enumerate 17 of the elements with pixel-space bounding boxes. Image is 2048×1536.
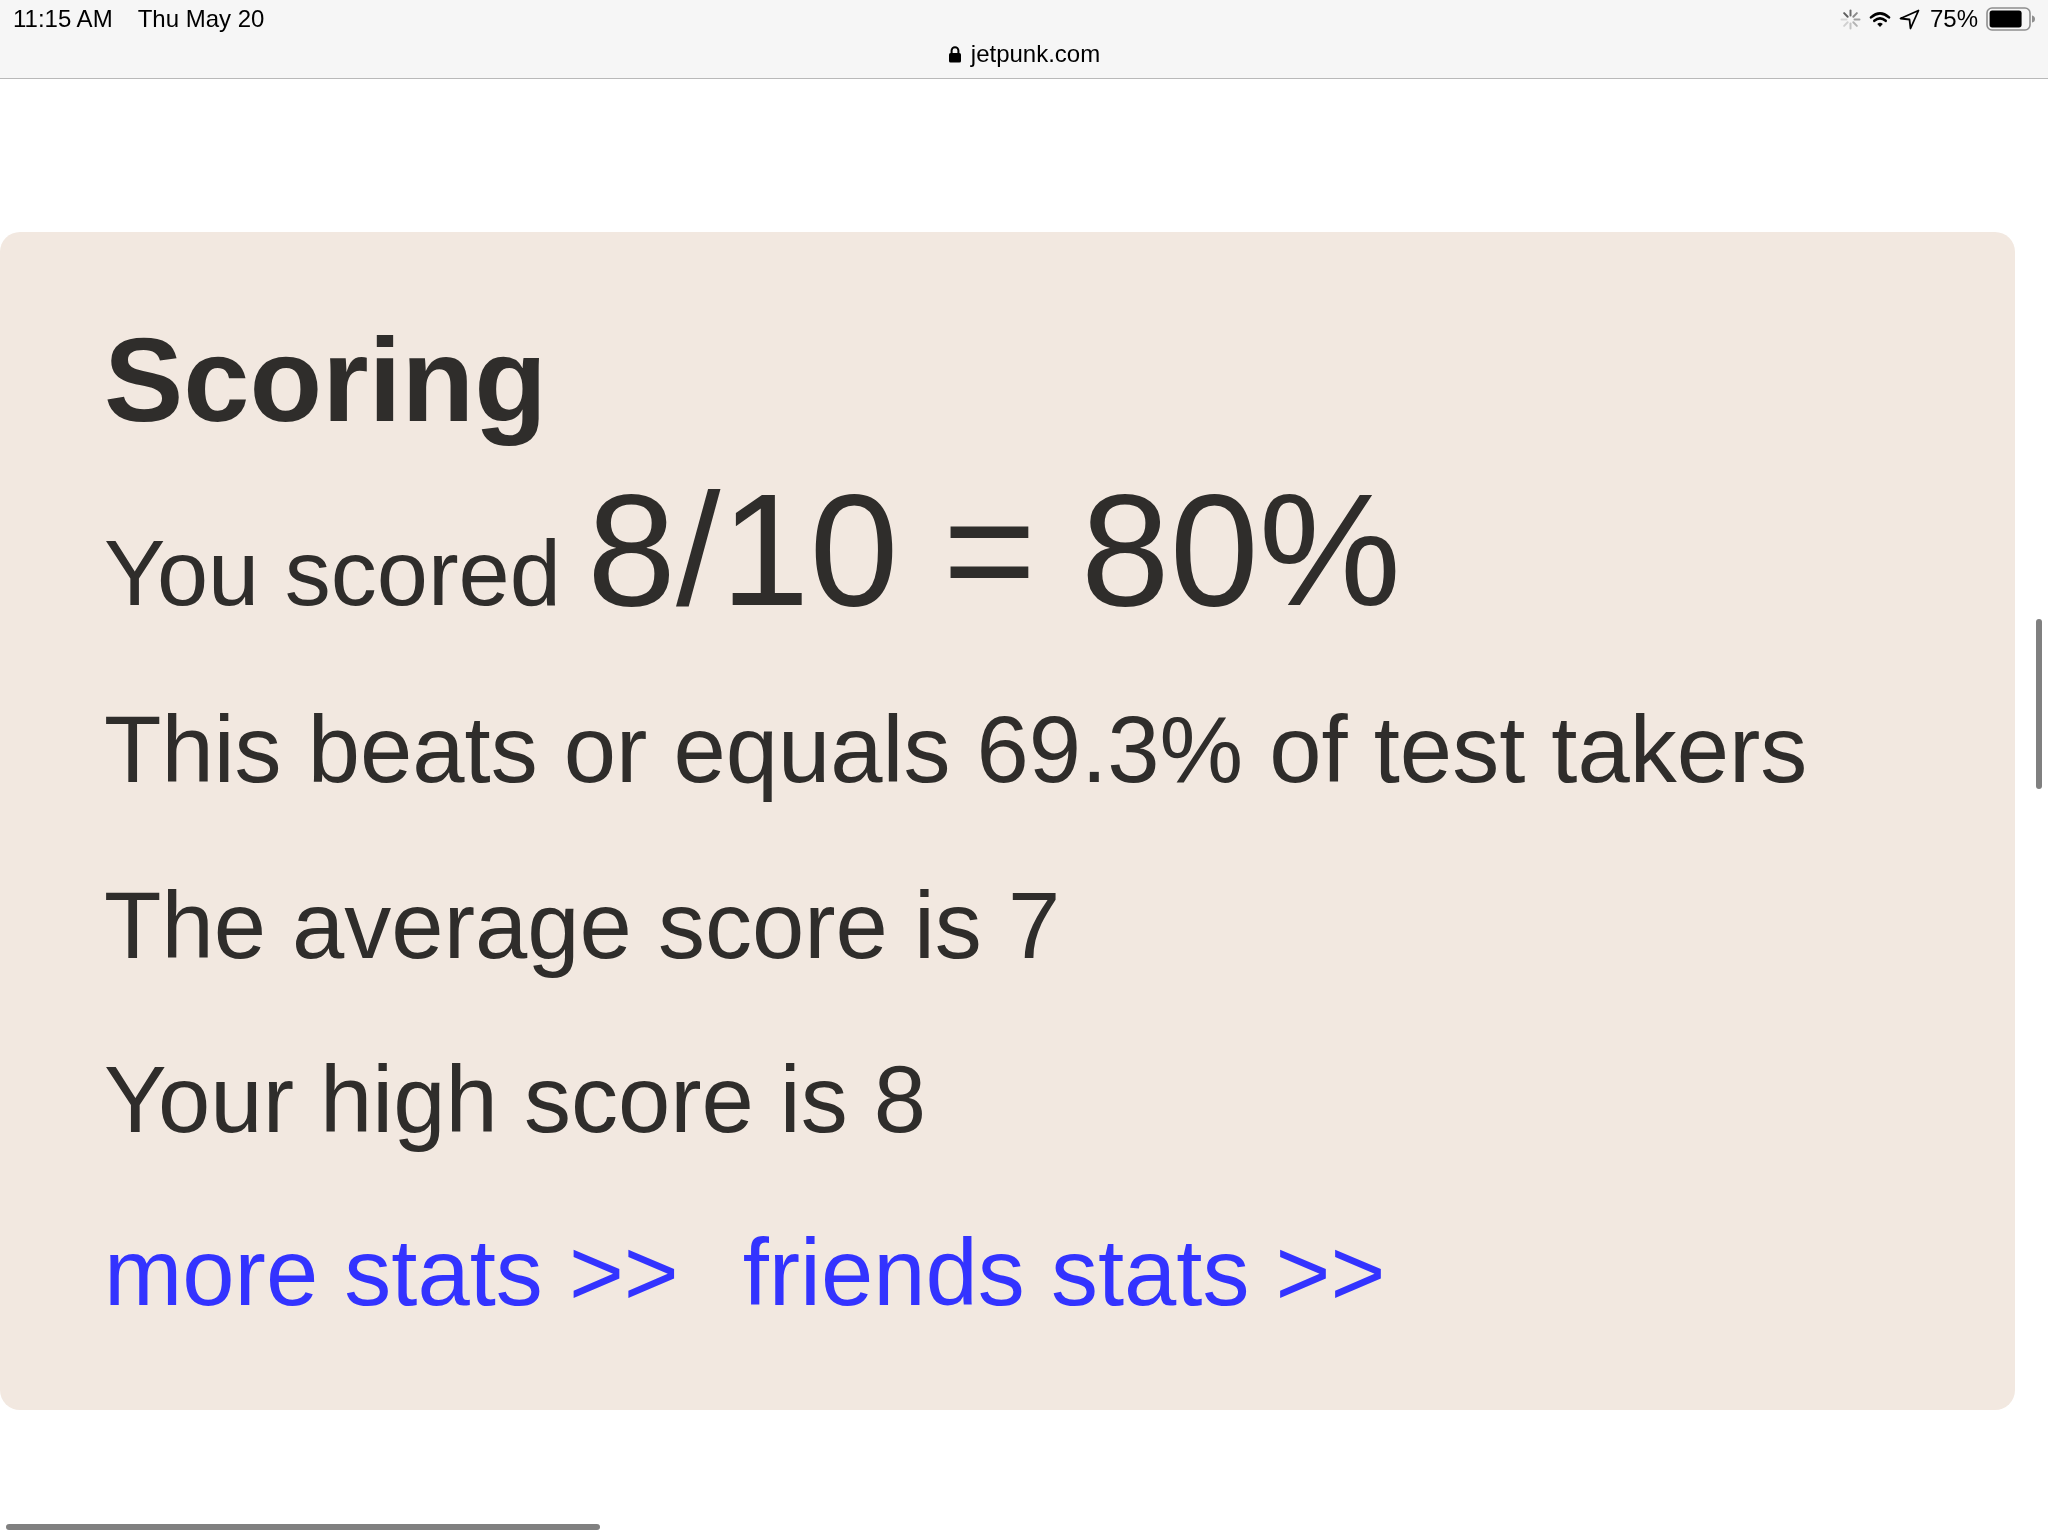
battery-icon: [1986, 7, 2036, 31]
battery-percentage: 75%: [1929, 4, 1978, 34]
stat-text: This beats or equals 69.3% of test takers: [104, 695, 1808, 804]
activity-spinner-icon: [1839, 8, 1861, 30]
wifi-icon: [1868, 10, 1891, 28]
stats-link[interactable]: friends stats >>: [742, 1226, 1386, 1321]
lock-icon: [947, 45, 962, 63]
score-value: 8/10 = 80%: [586, 469, 1401, 630]
stats-link[interactable]: more stats >>: [104, 1226, 679, 1321]
score-label: You scored: [104, 526, 561, 619]
status-date: Thu May 20: [137, 4, 265, 34]
address-url[interactable]: jetpunk.com: [970, 38, 1101, 70]
status-time: 11:15 AM: [13, 4, 113, 34]
stat-text: The average score is 7: [104, 871, 1061, 980]
section-title: Scoring: [104, 312, 547, 448]
location-arrow-icon: [1898, 8, 1920, 30]
stat-text: Your high score is 8: [104, 1046, 927, 1155]
